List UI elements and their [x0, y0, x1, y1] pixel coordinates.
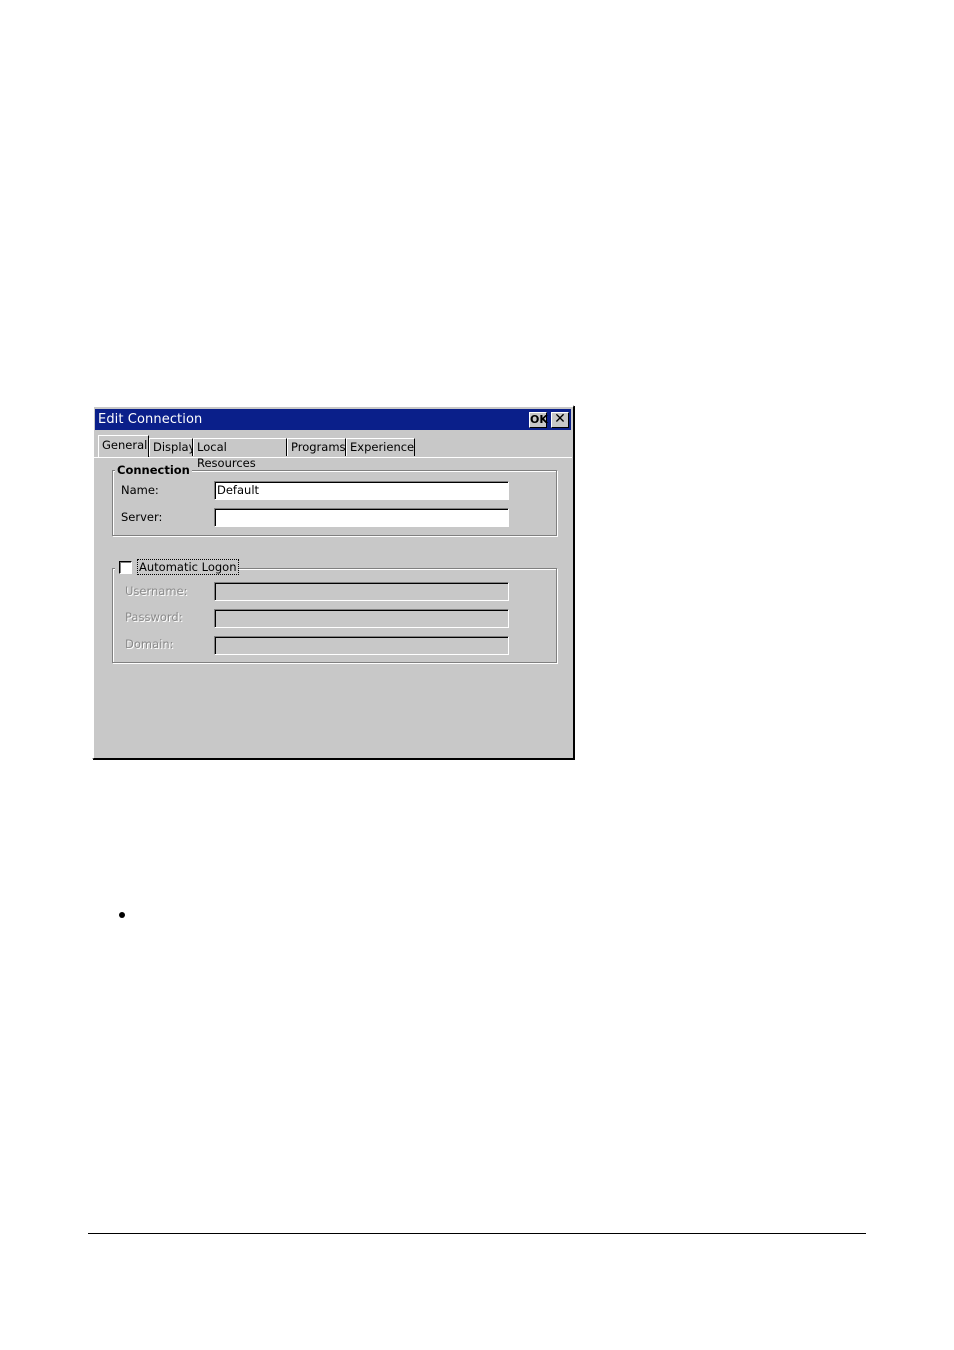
logon-group-header: Automatic Logon [115, 559, 239, 577]
username-input[interactable] [214, 582, 509, 601]
automatic-logon-label[interactable]: Automatic Logon [137, 559, 239, 575]
tab-programs[interactable]: Programs [287, 438, 346, 456]
title-bar[interactable]: Edit Connection OK ✕ [95, 409, 571, 430]
tab-divider [94, 457, 572, 458]
tab-general[interactable]: General [98, 435, 149, 457]
edit-connection-dialog: Edit Connection OK ✕ General Display Loc… [92, 405, 574, 759]
tab-display[interactable]: Display [149, 438, 195, 456]
domain-input[interactable] [214, 636, 509, 655]
list-bullet [119, 912, 125, 918]
name-input[interactable]: Default [214, 481, 509, 500]
name-label: Name: [121, 483, 159, 497]
automatic-logon-checkbox[interactable] [119, 561, 132, 574]
footer-rule [88, 1233, 866, 1234]
tab-local-resources[interactable]: Local Resources [193, 438, 287, 470]
ok-button[interactable]: OK [529, 412, 548, 428]
window-title: Edit Connection [98, 412, 203, 427]
tab-experience[interactable]: Experience [346, 438, 415, 456]
password-input[interactable] [214, 609, 509, 628]
close-icon[interactable]: ✕ [551, 412, 569, 428]
username-label: Username: [125, 584, 188, 598]
password-label: Password: [125, 610, 183, 624]
connection-group-label: Connection [115, 463, 192, 477]
server-label: Server: [121, 510, 163, 524]
domain-label: Domain: [125, 637, 174, 651]
server-input[interactable] [214, 508, 509, 527]
